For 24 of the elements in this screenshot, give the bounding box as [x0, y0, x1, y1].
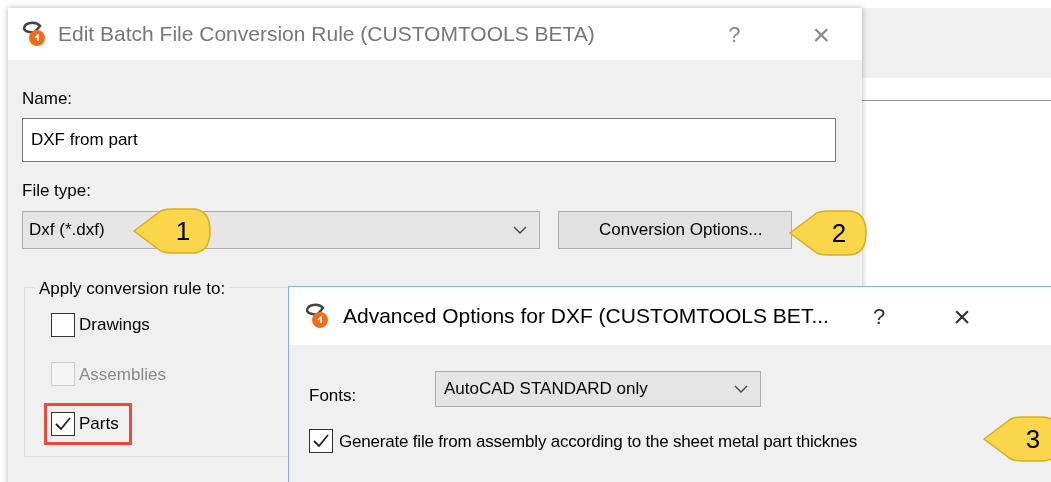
dropdown-chevron-icon — [734, 384, 748, 393]
fonts-dropdown[interactable]: AutoCAD STANDARD only — [435, 370, 761, 407]
checkbox[interactable] — [51, 411, 75, 436]
field-label: File type: — [22, 179, 92, 202]
checkbox[interactable] — [309, 429, 333, 454]
callout-marker: 1 — [132, 206, 212, 256]
checkbox-label: Parts — [79, 413, 119, 435]
checkbox[interactable] — [51, 312, 75, 337]
callout-marker: 3 — [982, 414, 1051, 464]
conversion-options-button[interactable]: Conversion Options... — [558, 211, 792, 249]
help-button[interactable]: ? — [714, 17, 755, 51]
name-input-field[interactable]: DXF from part — [22, 117, 836, 162]
checkbox-label: Assemblies — [79, 363, 166, 386]
checkbox-label: Generate file from assembly according to the sheet metal part thicknes — [339, 430, 857, 453]
window-title: Edit Batch File Conversion Rule (CUSTOMTOOLS BETA) — [58, 21, 595, 48]
close-button[interactable]: × — [943, 293, 981, 339]
window-title: Advanced Options for DXF (CUSTOMTOOLS BET... — [343, 303, 829, 330]
field-label: Fonts: — [309, 385, 358, 407]
close-button[interactable]: × — [802, 11, 840, 57]
callout-marker: 2 — [788, 208, 868, 258]
dropdown-chevron-icon — [513, 226, 527, 234]
help-button[interactable]: ? — [862, 299, 896, 333]
field-label: Name: — [22, 88, 74, 110]
checkbox-label: Drawings — [79, 314, 150, 336]
